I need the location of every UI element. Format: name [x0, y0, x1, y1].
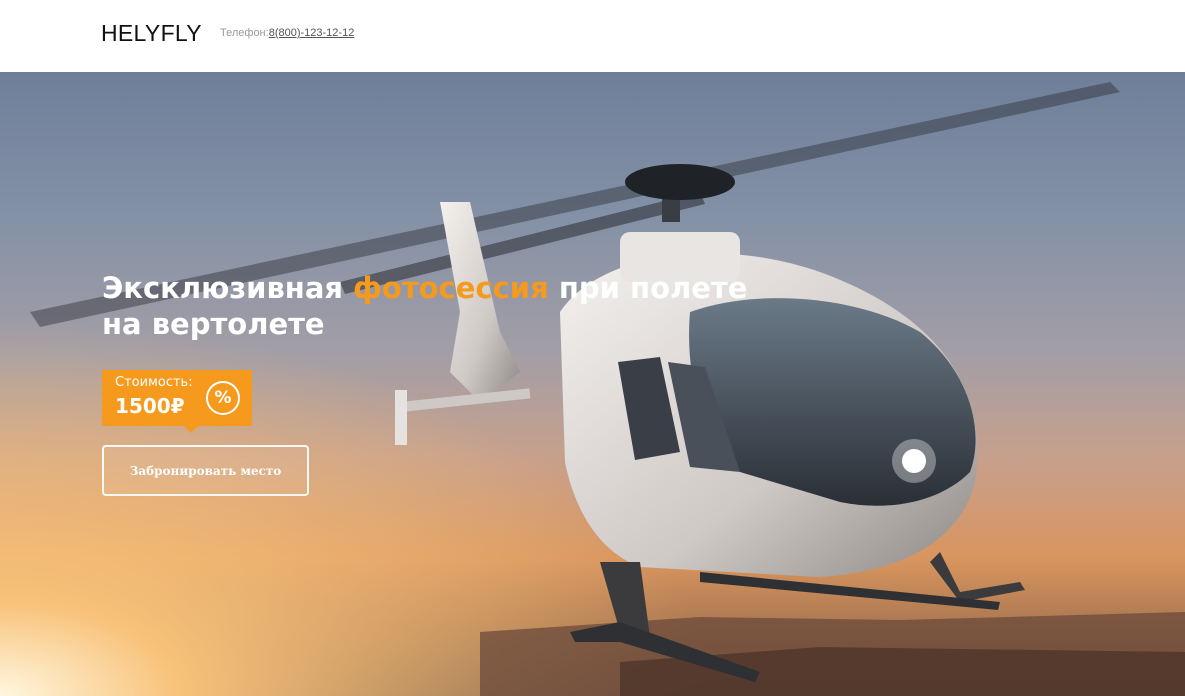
hero-headline: Эксклюзивная фотосессия при полете на ве…	[102, 270, 782, 342]
phone-number-link[interactable]: 8(800)-123-12-12	[269, 27, 355, 39]
headline-accent: фотосессия	[353, 271, 549, 305]
percent-icon: %	[206, 381, 240, 415]
price-badge: Стоимость: 1500₽ %	[102, 370, 252, 433]
book-seat-button[interactable]: Забронировать место	[102, 445, 309, 496]
price-label: Стоимость:	[115, 375, 193, 390]
phone-contact: Телефон:8(800)-123-12-12	[220, 27, 354, 39]
price-value: 1500₽	[115, 394, 185, 418]
site-header: HELYFLY Телефон:8(800)-123-12-12	[0, 0, 1185, 72]
site-logo[interactable]: HELYFLY	[101, 20, 202, 47]
phone-label: Телефон:	[220, 27, 269, 39]
hero-section: Эксклюзивная фотосессия при полете на ве…	[0, 72, 1185, 696]
headline-part-1: Эксклюзивная	[102, 271, 354, 305]
